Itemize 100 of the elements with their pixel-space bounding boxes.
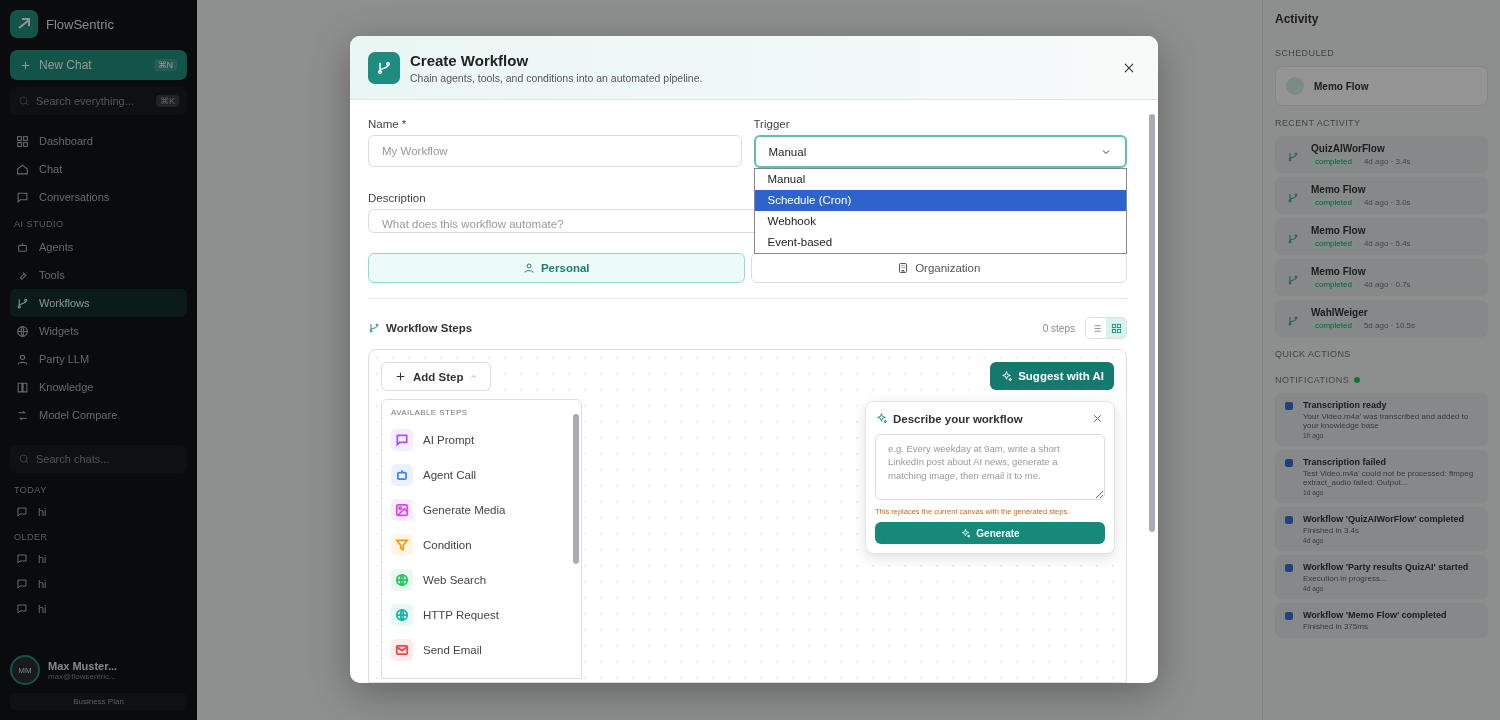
nav-item[interactable]: Model Compare xyxy=(10,401,187,429)
nav-item[interactable]: Knowledge xyxy=(10,373,187,401)
grid-view-button[interactable] xyxy=(1106,318,1126,338)
grid-icon xyxy=(16,134,29,148)
notification-card[interactable]: Workflow 'Memo Flow' completed Finished in 375ms xyxy=(1275,603,1488,638)
sparkle-icon xyxy=(960,527,972,539)
step-option[interactable]: Agent Call xyxy=(391,457,569,492)
chat-bubble-icon xyxy=(16,190,29,204)
nav-item[interactable]: Widgets xyxy=(10,317,187,345)
house-icon xyxy=(16,162,29,176)
sparkle-icon xyxy=(875,412,888,425)
history-entry[interactable]: hi xyxy=(10,596,187,621)
history-entry[interactable]: hi xyxy=(10,571,187,596)
sparkle-icon xyxy=(1000,369,1014,383)
trigger-select[interactable]: Manual xyxy=(753,135,1127,168)
nav-item[interactable]: Dashboard xyxy=(10,127,187,155)
logo-icon xyxy=(10,10,38,38)
nav-item[interactable]: Workflows xyxy=(10,289,187,317)
step-option[interactable]: Generate Media xyxy=(391,492,569,527)
history-entry[interactable]: hi xyxy=(10,499,187,524)
visibility-toggle[interactable]: Personal xyxy=(368,253,745,283)
plus-icon xyxy=(20,59,31,71)
visibility-toggle[interactable]: Organization xyxy=(750,253,1127,283)
caret-icon xyxy=(469,372,479,381)
field-label: Description xyxy=(368,192,426,204)
grid-icon xyxy=(1110,322,1122,334)
step-option[interactable]: Send Email xyxy=(391,632,569,667)
step-count: 0 steps xyxy=(1042,322,1075,334)
chat-bubble-icon xyxy=(16,505,28,518)
branch-icon xyxy=(16,296,29,310)
square-icon xyxy=(1285,402,1293,410)
status-badge: completed xyxy=(1311,239,1356,248)
history-entry[interactable]: hi xyxy=(10,546,187,571)
dialog-title: Create Workflow xyxy=(410,51,530,69)
notification-text: Your Video.m4a' was transcribed and added to your knowledge base xyxy=(1303,412,1470,430)
step-option[interactable]: Condition xyxy=(391,527,569,562)
field-label: Trigger xyxy=(753,118,791,130)
workflow-name: WahlWeiger xyxy=(1311,307,1369,318)
chat-bubble-icon xyxy=(16,552,28,565)
workflow-name: Memo Flow xyxy=(1311,184,1367,195)
step-option[interactable]: Web Search xyxy=(391,562,569,597)
plan-badge: Business Plan xyxy=(10,693,187,710)
scheduled-card[interactable]: Memo Flow xyxy=(1275,66,1488,106)
person-icon xyxy=(522,262,535,274)
notification-text: Finished in 375ms xyxy=(1303,622,1369,631)
nav-item[interactable]: Chat xyxy=(10,155,187,183)
branch-icon xyxy=(368,51,400,84)
section-heading: AI STUDIO xyxy=(13,218,65,231)
brand-name: FlowSentric xyxy=(46,16,114,32)
prompt-input[interactable]: e.g. Every weekday at 9am, write a short LinkedIn post about AI news, generate a matching image, then email it to me. xyxy=(875,434,1105,500)
suggest-button[interactable]: Suggest with AI xyxy=(990,362,1114,390)
field-label: Name * xyxy=(368,118,408,130)
search-icon xyxy=(18,453,30,465)
popover-title: Describe your workflow xyxy=(893,412,1023,425)
workflow-name: Memo Flow xyxy=(1311,266,1367,277)
arrows-icon xyxy=(16,408,29,422)
generate-button[interactable]: Generate xyxy=(875,522,1105,544)
square-icon xyxy=(1285,516,1293,524)
section-heading: QUICK ACTIONS xyxy=(1275,348,1352,361)
workflow-name: QuizAIWorFlow xyxy=(1311,143,1386,154)
dropdown-option[interactable]: Event-based xyxy=(754,232,1126,253)
dropdown-option[interactable]: Webhook xyxy=(754,211,1126,232)
branch-icon xyxy=(1287,274,1299,286)
search-icon xyxy=(18,95,30,107)
step-option[interactable]: HTTP Request xyxy=(391,597,569,632)
branch-icon xyxy=(368,322,380,334)
nav-item[interactable]: Conversations xyxy=(10,183,187,211)
chat-bubble-icon xyxy=(16,602,28,615)
section-heading: RECENT ACTIVITY xyxy=(1275,117,1362,130)
step-option[interactable]: AI Prompt xyxy=(391,422,569,457)
dropdown-option[interactable]: Schedule (Cron) xyxy=(754,190,1126,211)
status-badge: completed xyxy=(1311,280,1356,289)
new-chat-button[interactable]: New Chat ⌘N xyxy=(10,50,187,80)
chat-search-field[interactable]: Search chats... xyxy=(10,445,187,473)
notification-title: Transcription ready xyxy=(1303,400,1388,410)
branch-icon xyxy=(1287,192,1299,204)
branch-icon xyxy=(1287,151,1299,163)
building-icon xyxy=(897,262,910,274)
workflow-name: Memo Flow xyxy=(1314,80,1369,92)
nav-item[interactable]: Tools xyxy=(10,261,187,289)
add-step-button[interactable]: Add Step xyxy=(381,362,492,391)
square-icon xyxy=(1285,459,1293,467)
section-heading: NOTIFICATIONS xyxy=(1275,375,1350,385)
chat-bubble-icon xyxy=(16,577,28,590)
dialog-subtitle: Chain agents, tools, and conditions into an automated pipeline. xyxy=(410,71,703,84)
nav-item[interactable]: Party LLM xyxy=(10,345,187,373)
notification-title: Transcription failed xyxy=(1303,457,1388,467)
section-title: Workflow Steps xyxy=(386,322,473,334)
name-input[interactable]: My Workflow xyxy=(368,135,742,167)
user-email: max@flowsentric... xyxy=(48,671,117,681)
branch-icon xyxy=(1287,315,1299,327)
book-icon xyxy=(16,380,29,394)
status-badge: completed xyxy=(1311,321,1356,330)
nav-item[interactable]: Agents xyxy=(10,233,187,261)
square-icon xyxy=(1285,612,1293,620)
status-badge: completed xyxy=(1311,157,1356,166)
notification-text: Test Video.m4a' could not be processed: ffmpeg extract_audio failed: Output... xyxy=(1303,469,1475,487)
dropdown-option[interactable]: Manual xyxy=(754,169,1126,190)
notification-title: Workflow 'QuizAIWorFlow' completed xyxy=(1303,514,1465,524)
section-heading: OLDER xyxy=(13,531,49,544)
